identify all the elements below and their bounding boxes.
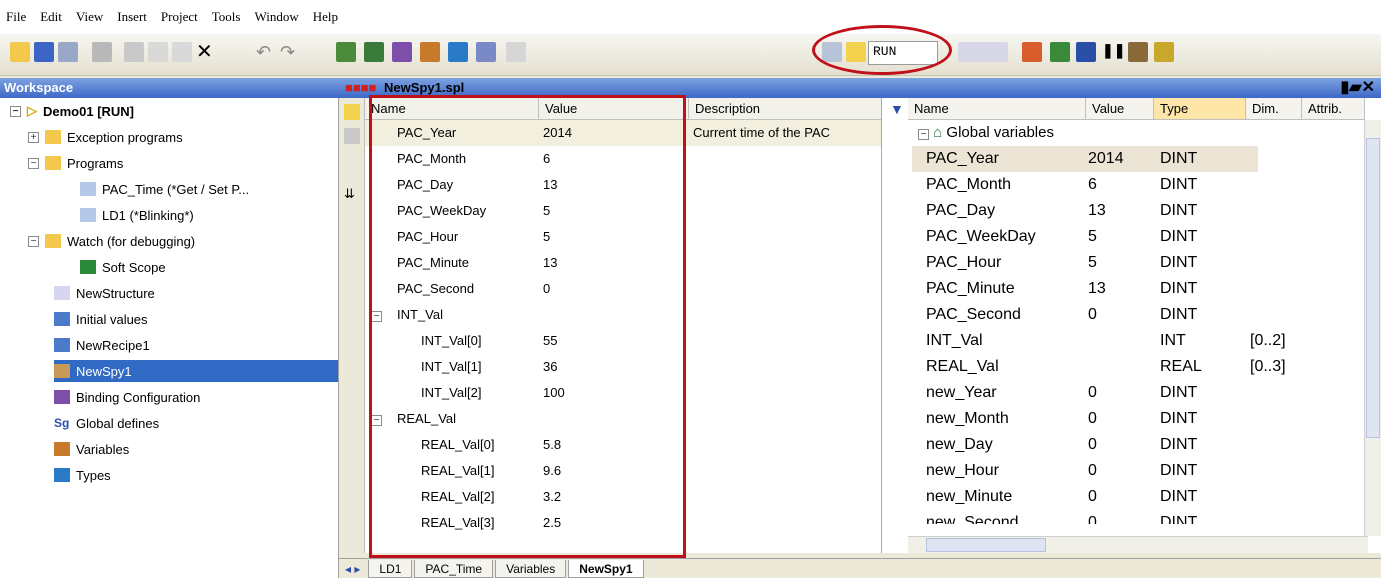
folder-icon — [45, 234, 61, 248]
tab-variables[interactable]: Variables — [495, 559, 567, 578]
print-icon[interactable] — [92, 42, 112, 62]
close-panel-icon[interactable]: ▮▰✕ — [1340, 78, 1375, 98]
delete-icon[interactable]: ✕ — [196, 42, 216, 62]
tree-item-soft-scope[interactable]: Soft Scope — [80, 256, 166, 278]
var-col-attrib[interactable]: Attrib. — [1302, 98, 1365, 120]
stop-icon[interactable] — [1128, 42, 1148, 62]
doc-grip-icon: ■■■■ — [345, 80, 377, 95]
tree-item-types[interactable]: Types — [54, 464, 111, 486]
settings-icon[interactable] — [1154, 42, 1174, 62]
sort-icon[interactable]: ⇊ — [344, 186, 360, 202]
cut-icon[interactable] — [124, 42, 144, 62]
spy-icon — [54, 364, 70, 378]
filter-icon[interactable]: ▼ — [890, 101, 904, 117]
tree-item-pac-time[interactable]: PAC_Time (*Get / Set P... — [80, 178, 249, 200]
menu-file[interactable]: File — [6, 9, 26, 25]
folder-icon — [45, 130, 61, 144]
variables-icon — [54, 442, 70, 456]
spy-toolbar: ⇊ — [339, 98, 365, 553]
var-col-value[interactable]: Value — [1086, 98, 1154, 120]
menu-bar: File Edit View Insert Project Tools Wind… — [0, 0, 1381, 34]
tab-ld1[interactable]: LD1 — [368, 559, 413, 578]
table-icon — [54, 338, 70, 352]
new-window-icon[interactable] — [506, 42, 526, 62]
defines-icon: Sg — [54, 416, 70, 430]
tree-item-watch[interactable]: − Watch (for debugging) — [28, 230, 195, 252]
tree-item-new-recipe[interactable]: NewRecipe1 — [54, 334, 150, 356]
variables-panel: ▼ Name Value Type Dim. Attrib. − ⌂ Globa… — [881, 98, 1381, 553]
insert-variable-icon[interactable] — [344, 104, 360, 120]
types-icon — [54, 468, 70, 482]
workspace-tree: − ▷ Demo01 [RUN] + Exception programs − P… — [0, 98, 339, 578]
menu-tools[interactable]: Tools — [212, 9, 241, 25]
tree-item-exception-programs[interactable]: + Exception programs — [28, 126, 183, 148]
document-tabs: ◂ ▸ LD1 PAC_Time Variables NewSpy1 — [339, 558, 1381, 578]
toolbar: ✕ ↶ ↷ ❚❚ — [0, 34, 1381, 76]
save-icon[interactable] — [34, 42, 54, 62]
binding-icon[interactable] — [392, 42, 412, 62]
menu-view[interactable]: View — [76, 9, 103, 25]
tab-newspy1[interactable]: NewSpy1 — [568, 559, 644, 578]
global-variables-group[interactable]: − ⌂ Global variables — [918, 120, 1054, 146]
menu-project[interactable]: Project — [161, 9, 198, 25]
tree-item-project[interactable]: − ▷ Demo01 [RUN] — [10, 100, 134, 122]
vertical-scrollbar[interactable] — [1364, 120, 1381, 536]
document-title: NewSpy1.spl — [384, 80, 465, 95]
var-col-type[interactable]: Type — [1154, 98, 1246, 120]
paste-icon[interactable] — [172, 42, 192, 62]
horizontal-scrollbar[interactable] — [908, 536, 1368, 553]
switch-icon[interactable] — [1050, 42, 1070, 62]
workspace-header: Workspace — [0, 78, 339, 98]
highlight-frame — [369, 95, 686, 558]
redo-icon[interactable]: ↷ — [280, 42, 300, 62]
types-icon[interactable] — [448, 42, 468, 62]
variables-icon[interactable] — [420, 42, 440, 62]
swap-icon[interactable] — [1076, 42, 1096, 62]
structure-icon — [54, 286, 70, 300]
menu-edit[interactable]: Edit — [40, 9, 62, 25]
tree-item-initial-values[interactable]: Initial values — [54, 308, 148, 330]
hscroll-thumb[interactable] — [926, 538, 1046, 552]
tree-item-variables[interactable]: Variables — [54, 438, 129, 460]
tree-item-ld1[interactable]: LD1 (*Blinking*) — [80, 204, 194, 226]
table-icon — [54, 312, 70, 326]
menu-help[interactable]: Help — [313, 9, 338, 25]
save-all-icon[interactable] — [58, 42, 78, 62]
network-icon[interactable] — [364, 42, 384, 62]
defines-icon[interactable] — [476, 42, 496, 62]
folder-icon — [45, 156, 61, 170]
undo-icon[interactable]: ↶ — [256, 42, 276, 62]
tree-item-new-spy[interactable]: NewSpy1 — [54, 360, 338, 382]
remove-variable-icon[interactable] — [344, 128, 360, 144]
var-col-dim[interactable]: Dim. — [1246, 98, 1302, 120]
st-program-icon — [80, 208, 96, 222]
col-description[interactable]: Description — [689, 98, 883, 120]
scope-icon — [80, 260, 96, 274]
scroll-thumb[interactable] — [1366, 138, 1380, 438]
copy-icon[interactable] — [148, 42, 168, 62]
pause-icon[interactable]: ❚❚ — [1102, 42, 1125, 62]
var-col-name[interactable]: Name — [908, 98, 1086, 120]
tree-item-new-structure[interactable]: NewStructure — [54, 282, 155, 304]
st-program-icon — [80, 182, 96, 196]
debug-icon[interactable] — [1022, 42, 1042, 62]
menu-insert[interactable]: Insert — [117, 9, 147, 25]
tree-item-global-defines[interactable]: Sg Global defines — [54, 412, 159, 434]
open-icon[interactable] — [10, 42, 30, 62]
tree-item-binding-configuration[interactable]: Binding Configuration — [54, 386, 200, 408]
menu-window[interactable]: Window — [254, 9, 298, 25]
binding-icon — [54, 390, 70, 404]
tab-pac-time[interactable]: PAC_Time — [414, 559, 494, 578]
tab-scroll-icon[interactable]: ◂ ▸ — [345, 562, 360, 576]
home-icon: ⌂ — [933, 124, 943, 141]
run-highlight-oval — [812, 25, 952, 75]
tree-item-programs[interactable]: − Programs — [28, 152, 123, 174]
project-icon: ▷ — [27, 103, 37, 118]
run-status-icons — [958, 42, 1008, 62]
build-icon[interactable] — [336, 42, 356, 62]
